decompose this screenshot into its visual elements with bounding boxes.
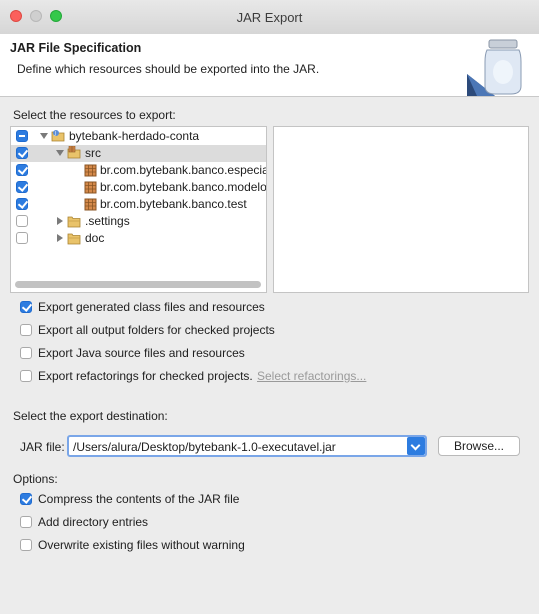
export-refactorings-checkbox[interactable] [20,370,32,382]
tree-item-label: br.com.bytebank.banco.especial [100,163,267,177]
overwrite-checkbox[interactable] [20,539,32,551]
tree-item-doc[interactable]: doc [11,230,266,247]
browse-button[interactable]: Browse... [438,436,520,456]
option-label: Overwrite existing files without warning [38,538,245,552]
tree-item-label: bytebank-herdado-conta [69,129,200,143]
folder-icon [67,216,81,228]
window-titlebar: JAR Export [0,0,539,35]
source-folder-icon [67,146,81,159]
tree-item-label: .settings [85,214,130,228]
option-label: Add directory entries [38,515,149,529]
expand-arrow-icon[interactable] [56,150,64,156]
option-label: Export refactorings for checked projects… [38,369,253,383]
collapsed-arrow-icon[interactable] [57,234,63,242]
folder-icon [67,233,81,245]
option-label: Export all output folders for checked pr… [38,323,275,337]
option-label: Compress the contents of the JAR file [38,492,240,506]
tree-item-label: src [85,146,101,160]
chevron-down-icon[interactable] [407,437,425,455]
jar-file-input[interactable]: /Users/alura/Desktop/bytebank-1.0-execut… [73,440,336,454]
tree-checkbox-package[interactable] [16,164,28,176]
package-icon [84,198,97,211]
export-output-folders-checkbox[interactable] [20,324,32,336]
resource-tree[interactable]: J bytebank-herdado-conta src br.com.byte… [10,126,267,293]
page-description: Define which resources should be exporte… [17,62,320,76]
tree-checkbox-src[interactable] [16,147,28,159]
resource-files-panel[interactable] [273,126,529,293]
jar-file-combo[interactable]: /Users/alura/Desktop/bytebank-1.0-execut… [67,435,427,457]
select-refactorings-link[interactable]: Select refactorings... [257,369,366,383]
tree-checkbox-package[interactable] [16,198,28,210]
option-label: Export Java source files and resources [38,346,245,360]
tree-item-package[interactable]: br.com.bytebank.banco.especial [11,162,266,179]
tree-checkbox-project[interactable] [16,130,28,142]
tree-item-project[interactable]: J bytebank-herdado-conta [11,128,266,145]
jar-icon [467,39,522,96]
window-title: JAR Export [236,10,303,25]
tree-item-settings[interactable]: .settings [11,213,266,230]
wizard-header: JAR File Specification Define which reso… [0,34,539,97]
option-label: Export generated class files and resourc… [38,300,265,314]
jar-file-label: JAR file: [20,440,65,454]
directory-entries-checkbox[interactable] [20,516,32,528]
tree-item-package[interactable]: br.com.bytebank.banco.test [11,196,266,213]
expand-arrow-icon[interactable] [40,133,48,139]
tree-checkbox-package[interactable] [16,181,28,193]
compress-checkbox[interactable] [20,493,32,505]
tree-item-label: br.com.bytebank.banco.modelo [100,180,267,194]
package-icon [84,164,97,177]
page-title: JAR File Specification [10,41,142,55]
horizontal-scrollbar[interactable] [15,281,261,288]
options-label: Options: [13,472,58,486]
collapsed-arrow-icon[interactable] [57,217,63,225]
tree-item-package[interactable]: br.com.bytebank.banco.modelo [11,179,266,196]
tree-checkbox-settings[interactable] [16,215,28,227]
tree-item-label: doc [85,231,105,245]
tree-checkbox-doc[interactable] [16,232,28,244]
java-project-icon: J [51,130,65,142]
export-source-files-checkbox[interactable] [20,347,32,359]
package-icon [84,181,97,194]
tree-item-label: br.com.bytebank.banco.test [100,197,247,211]
svg-text:J: J [54,131,56,137]
export-class-files-checkbox[interactable] [20,301,32,313]
resources-label: Select the resources to export: [13,108,176,122]
destination-label: Select the export destination: [13,409,168,423]
tree-item-src[interactable]: src [11,145,266,162]
